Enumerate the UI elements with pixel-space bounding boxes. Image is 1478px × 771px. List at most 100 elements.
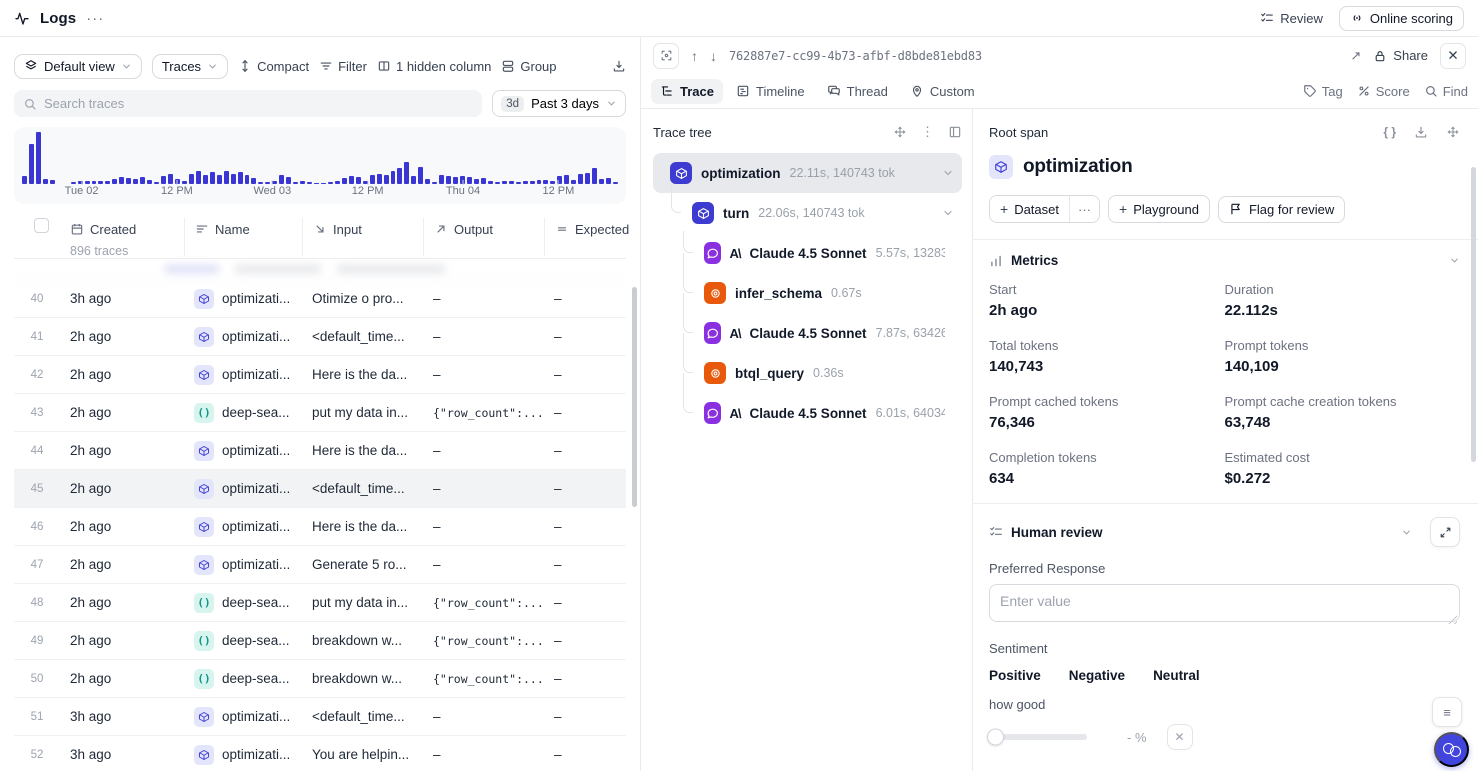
histogram-bar	[119, 177, 124, 184]
floating-menu-button[interactable]: ≡	[1432, 697, 1462, 727]
select-all-checkbox[interactable]	[34, 218, 49, 233]
search-traces-box[interactable]	[14, 90, 482, 117]
table-row[interactable]: 502h ago()deep-sea...breakdown w...{"row…	[14, 660, 626, 698]
slider-thumb[interactable]	[987, 729, 1004, 746]
table-row[interactable]: 482h ago()deep-sea...put my data in...{"…	[14, 584, 626, 622]
sentiment-label: Sentiment	[989, 641, 1460, 656]
tree-span-row[interactable]: optimization22.11s, 140743 tok	[653, 153, 962, 193]
clear-score-button[interactable]: ✕	[1167, 724, 1193, 750]
tag-button[interactable]: Tag	[1303, 84, 1343, 99]
tree-span-row[interactable]: A\Claude 4.5 Sonnet6.01s, 64034 tok	[653, 393, 962, 433]
detail-scrollbar[interactable]	[1471, 167, 1476, 462]
expected-cell: –	[544, 747, 626, 762]
metrics-title: Metrics	[1011, 253, 1058, 268]
tree-span-row[interactable]: A\Claude 4.5 Sonnet5.57s, 13283 tok	[653, 233, 962, 273]
panel-layout-icon[interactable]	[948, 125, 962, 139]
table-row[interactable]: 462h agooptimizati...Here is the da...––	[14, 508, 626, 546]
time-range-selector[interactable]: 3d Past 3 days	[492, 90, 626, 117]
table-row[interactable]: 452h agooptimizati...<default_time...––	[14, 470, 626, 508]
lock-icon	[1373, 49, 1387, 63]
table-scrollbar[interactable]	[632, 287, 637, 507]
page-menu-button[interactable]: ···	[86, 10, 104, 27]
created-cell: 2h ago	[60, 329, 184, 344]
function-type-icon: ()	[194, 669, 214, 689]
checklist-icon	[1260, 11, 1274, 25]
tab-custom[interactable]: Custom	[901, 79, 984, 104]
logs-pulse-icon	[14, 10, 30, 26]
previous-trace-button[interactable]: ↑	[691, 48, 698, 64]
group-button[interactable]: Group	[501, 59, 556, 74]
open-in-new-button[interactable]: ↗	[1350, 48, 1361, 64]
histogram-bar	[425, 179, 430, 184]
human-review-section-header[interactable]: Human review	[989, 517, 1460, 547]
chevron-down-icon	[606, 98, 617, 109]
metric-item: Completion tokens634	[989, 450, 1225, 487]
row-number: 51	[14, 711, 60, 723]
histogram-bar	[210, 172, 215, 184]
close-panel-button[interactable]: ✕	[1440, 43, 1466, 69]
sentiment-option-negative[interactable]: Negative	[1069, 668, 1125, 683]
sentiment-option-positive[interactable]: Positive	[989, 668, 1041, 683]
hidden-columns-button[interactable]: 1 hidden column	[377, 59, 491, 74]
review-button[interactable]: Review	[1260, 11, 1323, 26]
next-trace-button[interactable]: ↓	[710, 48, 717, 64]
score-button[interactable]: Score	[1357, 84, 1410, 99]
output-cell: –	[423, 519, 544, 534]
chevron-down-icon[interactable]	[1401, 527, 1412, 538]
filter-button[interactable]: Filter	[319, 59, 367, 74]
column-header-name[interactable]: Name	[185, 218, 302, 240]
flag-for-review-button[interactable]: Flag for review	[1218, 196, 1345, 223]
move-icon[interactable]	[1446, 125, 1460, 139]
tree-span-row[interactable]: btql_query0.36s	[653, 353, 962, 393]
table-row[interactable]: 403h agooptimizati...Otimize o pro...––	[14, 280, 626, 318]
tree-span-row[interactable]: turn22.06s, 140743 tok	[653, 193, 962, 233]
table-row[interactable]: 432h ago()deep-sea...put my data in...{"…	[14, 394, 626, 432]
chevron-down-icon[interactable]	[942, 207, 954, 219]
dataset-more-button[interactable]: ···	[1069, 196, 1099, 222]
column-header-output[interactable]: Output	[424, 218, 544, 240]
expected-cell: –	[544, 329, 626, 344]
column-header-created[interactable]: Created	[60, 218, 184, 240]
column-header-expected[interactable]: Expected	[545, 218, 629, 240]
traces-mode-selector[interactable]: Traces	[152, 54, 228, 79]
tree-span-row[interactable]: A\Claude 4.5 Sonnet7.87s, 63426 tok	[653, 313, 962, 353]
llm-span-icon	[704, 322, 721, 344]
chevron-down-icon[interactable]	[1449, 255, 1460, 266]
add-to-playground-button[interactable]: +Playground	[1108, 195, 1210, 223]
table-row[interactable]: 523h agooptimizati...You are helpin...––	[14, 736, 626, 771]
compact-toggle[interactable]: Compact	[238, 59, 309, 74]
move-icon[interactable]	[893, 125, 907, 139]
preferred-response-input[interactable]	[989, 584, 1460, 622]
trace-volume-histogram[interactable]: Tue 0212 PMWed 0312 PMThu 0412 PM	[14, 127, 626, 204]
view-selector[interactable]: Default view	[14, 54, 142, 79]
chevron-down-icon[interactable]	[942, 167, 954, 179]
find-button[interactable]: Find	[1424, 84, 1468, 99]
tree-options-button[interactable]: ⋮	[921, 124, 934, 140]
table-row[interactable]: 412h agooptimizati...<default_time...––	[14, 318, 626, 356]
sentiment-option-neutral[interactable]: Neutral	[1153, 668, 1200, 683]
input-cell: Generate 5 ro...	[302, 557, 423, 572]
tab-trace[interactable]: Trace	[651, 79, 723, 104]
how-good-slider[interactable]	[989, 734, 1087, 740]
tab-timeline[interactable]: Timeline	[727, 79, 814, 104]
table-row[interactable]: 513h agooptimizati...<default_time...––	[14, 698, 626, 736]
brand-fab-button[interactable]	[1434, 732, 1469, 767]
download-icon[interactable]	[1414, 125, 1428, 139]
online-scoring-button[interactable]: Online scoring	[1339, 6, 1464, 31]
metrics-section-header[interactable]: Metrics	[989, 253, 1460, 268]
tree-span-row[interactable]: infer_schema0.67s	[653, 273, 962, 313]
search-input[interactable]	[44, 96, 473, 111]
table-row[interactable]: 422h agooptimizati...Here is the da...––	[14, 356, 626, 394]
json-view-button[interactable]: { }	[1383, 125, 1396, 139]
export-button[interactable]	[612, 59, 626, 73]
add-to-dataset-button[interactable]: +Dataset	[990, 196, 1069, 222]
column-header-input[interactable]: Input	[303, 218, 423, 240]
table-row[interactable]: 492h ago()deep-sea...breakdown w...{"row…	[14, 622, 626, 660]
histogram-bar	[133, 179, 138, 184]
table-row[interactable]: 442h agooptimizati...Here is the da...––	[14, 432, 626, 470]
focus-span-button[interactable]	[653, 43, 679, 69]
table-row[interactable]: 472h agooptimizati...Generate 5 ro...––	[14, 546, 626, 584]
share-button[interactable]: Share	[1373, 48, 1428, 63]
expand-review-button[interactable]	[1430, 517, 1460, 547]
tab-thread[interactable]: Thread	[818, 79, 897, 104]
